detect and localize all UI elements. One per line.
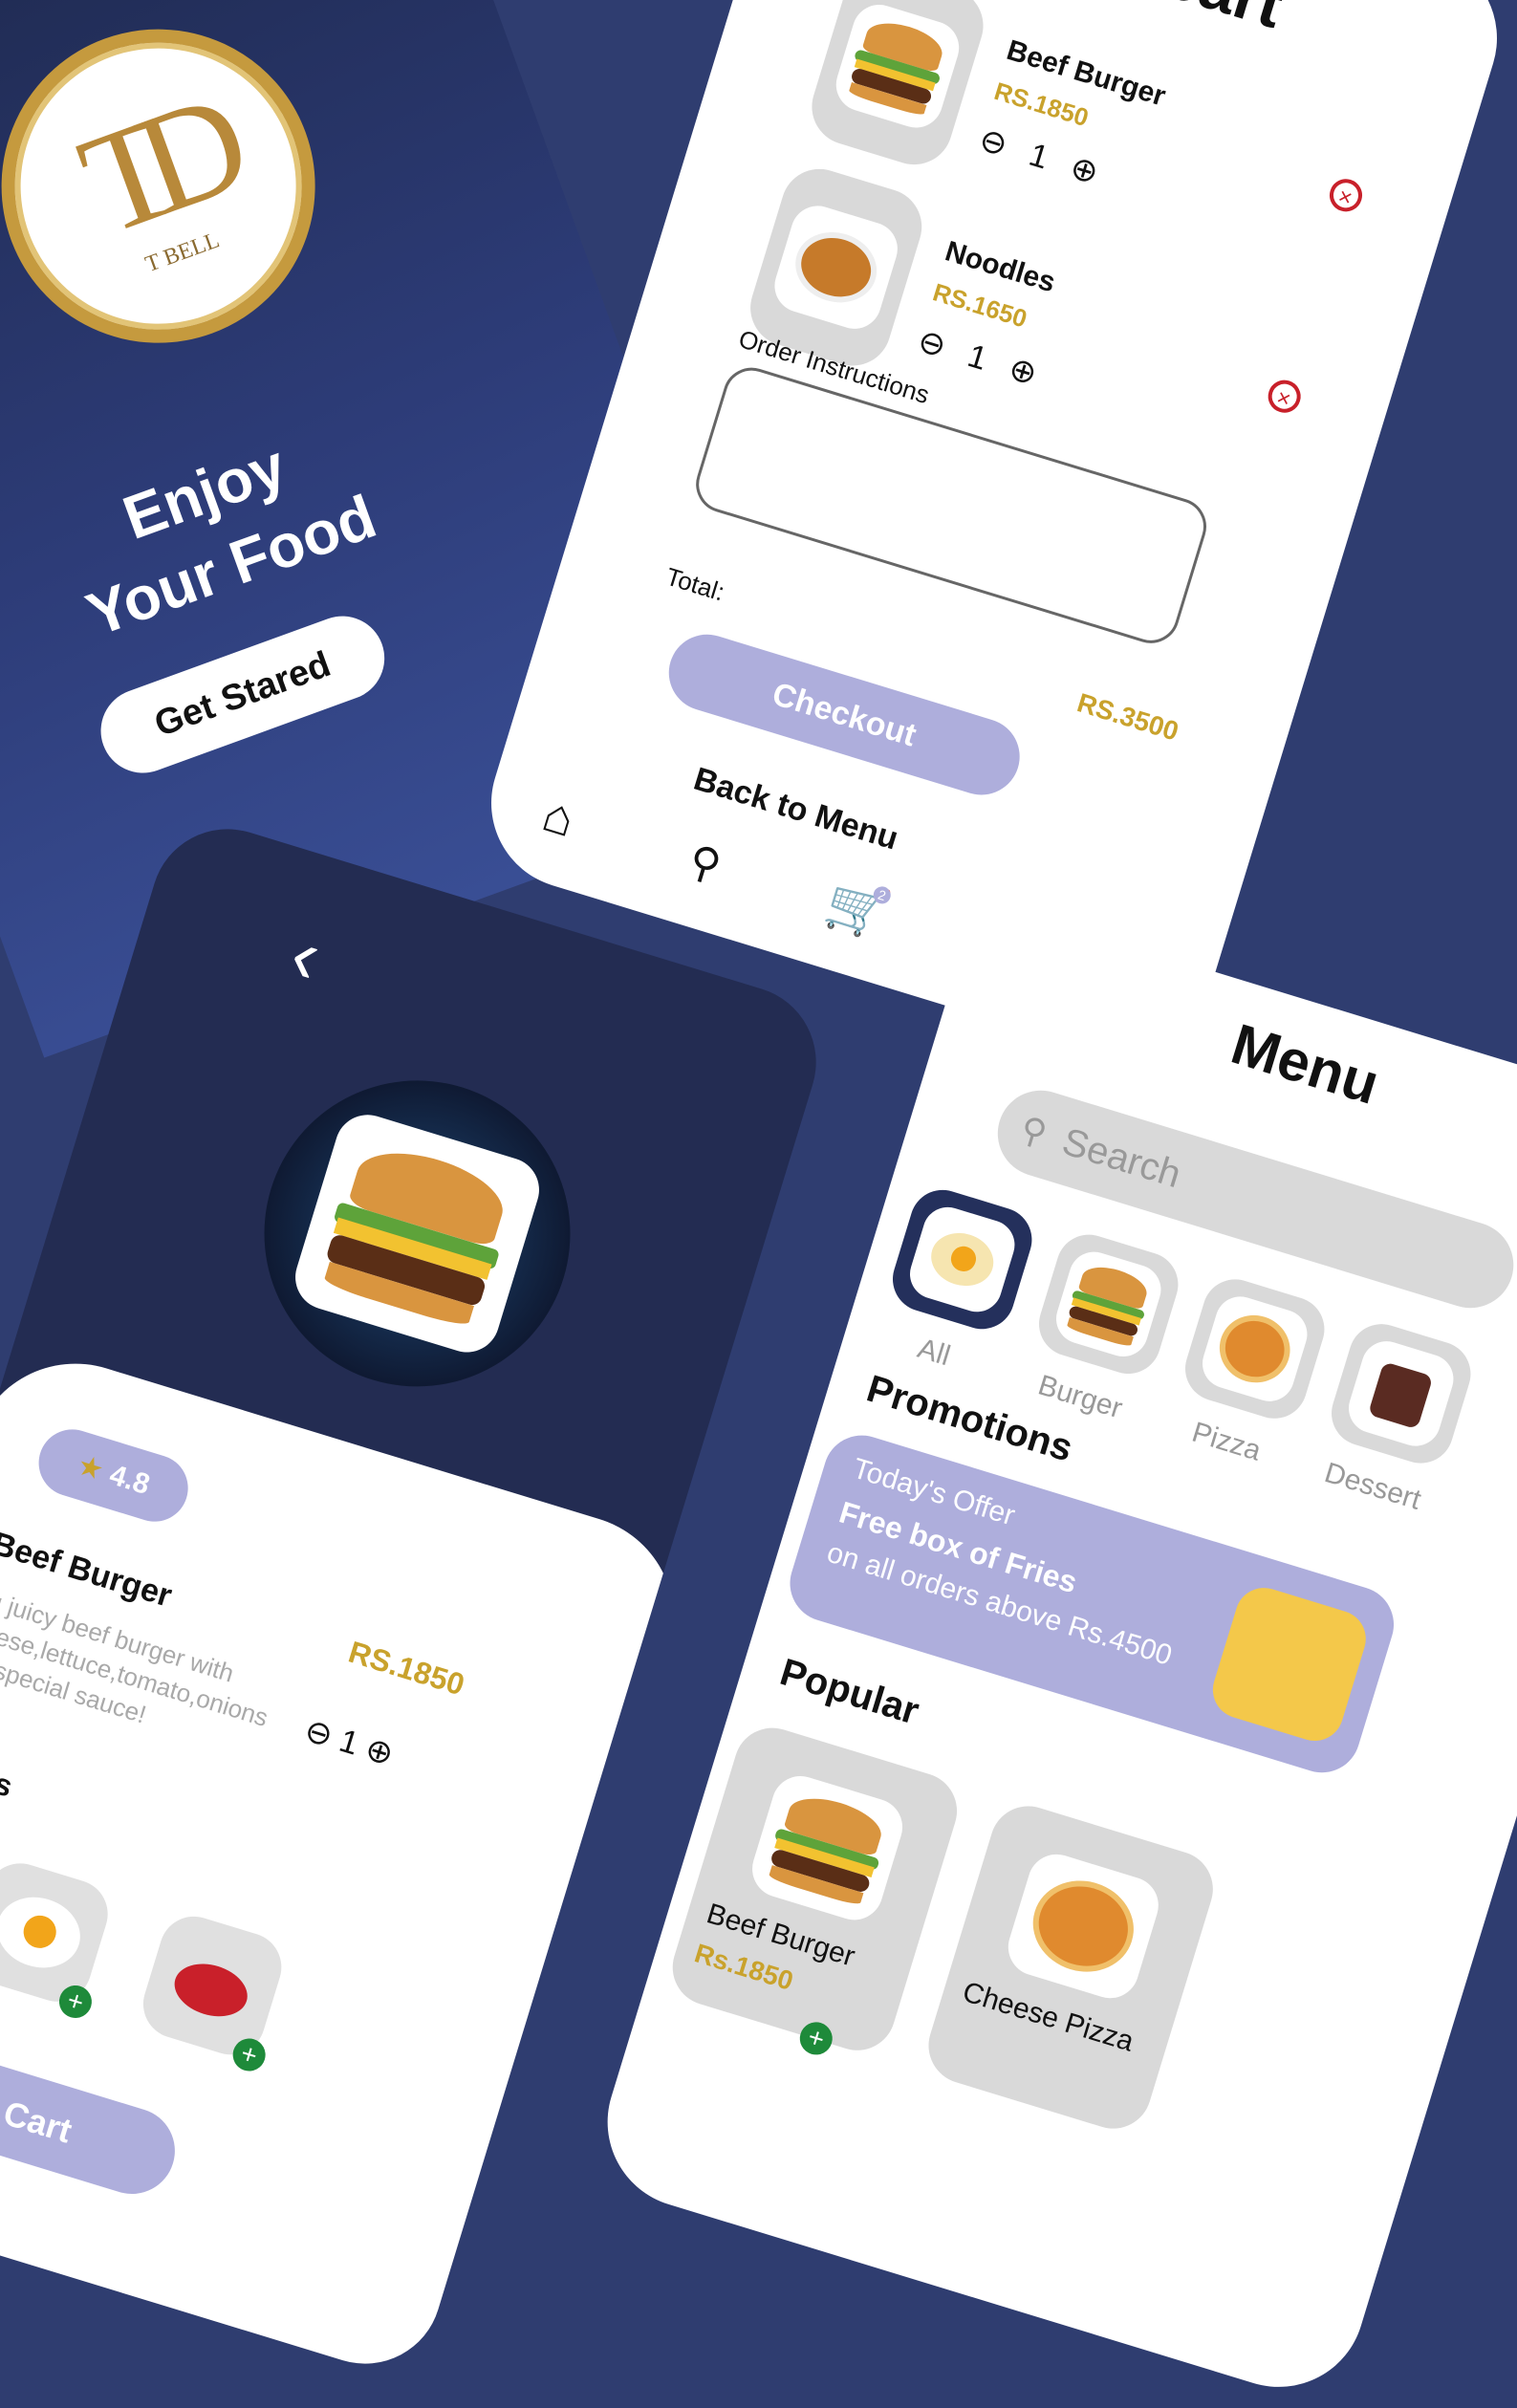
add-addon-icon[interactable]: + — [54, 1981, 97, 2023]
popular-item-card[interactable]: Beef Burger Rs.1850 + — [662, 1718, 967, 2060]
category-label: Dessert — [1320, 1457, 1425, 1516]
minus-icon[interactable]: ⊖ — [300, 1712, 336, 1755]
addons-title: Add Ons — [0, 1733, 17, 1804]
home-icon[interactable]: ⌂ — [536, 786, 582, 850]
search-icon[interactable]: ⚲ — [683, 835, 727, 891]
plus-icon[interactable]: ⊕ — [361, 1730, 398, 1773]
minus-icon[interactable]: ⊖ — [913, 321, 950, 366]
back-arrow-icon[interactable]: ‹ — [281, 910, 331, 1002]
pizza-image — [1001, 1847, 1166, 2006]
burger-image — [829, 0, 966, 135]
cart-screen: Items in cart Beef Burger RS.1850 ⊖1⊕ × … — [469, 0, 1517, 1078]
category-all[interactable] — [884, 1182, 1040, 1337]
cart-icon[interactable]: 🛒 2 — [819, 872, 896, 945]
search-placeholder: Search — [1057, 1120, 1186, 1197]
star-icon: ★ — [74, 1449, 108, 1487]
fries-image — [1205, 1580, 1374, 1748]
product-price: RS.1850 — [344, 1634, 469, 1703]
burger-image — [1050, 1246, 1167, 1363]
pizza-image — [1196, 1290, 1313, 1408]
detail-sheet: ★ 4.8 Beef Burger RS.1850 Big juicy beef… — [0, 1337, 701, 2383]
category-label: Pizza — [1188, 1416, 1265, 1467]
category-dessert[interactable] — [1323, 1315, 1479, 1472]
noodles-image — [768, 199, 904, 336]
search-icon: ⚲ — [1015, 1108, 1052, 1154]
cake-image — [1342, 1334, 1460, 1453]
minus-icon[interactable]: ⊖ — [975, 120, 1012, 165]
rating-value: 4.8 — [105, 1459, 154, 1502]
quantity-stepper: ⊖ 1 ⊕ — [300, 1711, 398, 1774]
quantity-value: 1 — [335, 1722, 363, 1763]
quantity-value: 1 — [963, 337, 992, 378]
total-value: RS.3500 — [1073, 687, 1182, 747]
rating-badge: ★ 4.8 — [30, 1421, 197, 1530]
add-item-icon[interactable]: + — [795, 2018, 837, 2059]
category-burger[interactable] — [1030, 1226, 1186, 1382]
add-addon-icon[interactable]: + — [228, 2034, 270, 2075]
addon-sauce[interactable]: + — [134, 1907, 291, 2075]
quantity-value: 1 — [1025, 136, 1053, 177]
quantity-stepper: ⊖ 1 ⊕ — [913, 321, 1065, 401]
popular-item-card[interactable]: Cheese Pizza — [919, 1796, 1223, 2138]
item-thumbnail — [802, 0, 993, 175]
menu-title: Menu — [1224, 1011, 1387, 1117]
remove-item-icon[interactable]: × — [1325, 175, 1367, 216]
total-label: Total: — [662, 561, 728, 607]
category-pizza[interactable] — [1177, 1270, 1333, 1427]
add-to-cart-button[interactable]: Add to Cart — [0, 2005, 186, 2205]
addon-egg[interactable]: + — [0, 1855, 117, 2023]
remove-item-icon[interactable]: × — [1264, 376, 1305, 417]
breakfast-image — [903, 1201, 1021, 1318]
brand-logo: TD T BELL — [0, 0, 359, 387]
plus-icon[interactable]: ⊕ — [1005, 349, 1042, 394]
popular-title: Popular — [775, 1651, 924, 1733]
cart-badge: 2 — [871, 884, 893, 906]
plus-icon[interactable]: ⊕ — [1066, 148, 1103, 193]
quantity-stepper: ⊖ 1 ⊕ — [975, 120, 1127, 200]
burger-image — [745, 1768, 910, 1927]
